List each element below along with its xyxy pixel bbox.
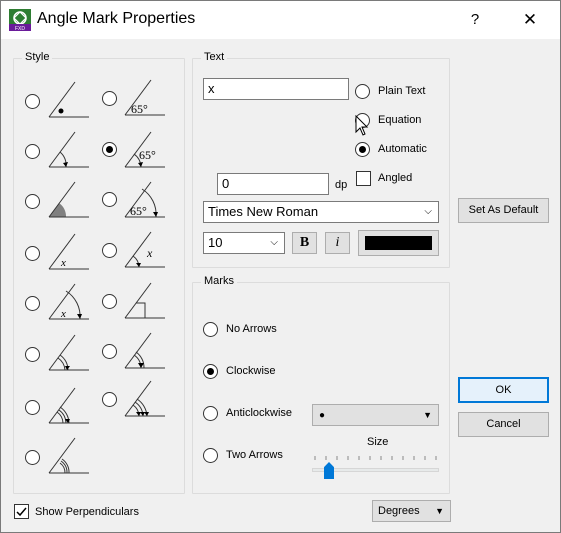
- title-bar: FXD Angle Mark Properties ? ✕: [1, 1, 560, 39]
- text-group-label: Text: [201, 51, 228, 63]
- help-button[interactable]: ?: [463, 1, 487, 39]
- dropdown-arrow-icon: ▼: [423, 410, 432, 420]
- style-radio-3[interactable]: [25, 144, 40, 159]
- slider-thumb[interactable]: [324, 462, 334, 479]
- set-as-default-label: Set As Default: [468, 204, 539, 216]
- checkmark-icon: [16, 507, 27, 517]
- plain-text-label: Plain Text: [378, 85, 426, 97]
- label-text-input[interactable]: x: [203, 78, 349, 100]
- style-group-label: Style: [22, 51, 53, 63]
- units-select[interactable]: Degrees ▼: [372, 500, 451, 522]
- style-radio-1[interactable]: [25, 94, 40, 109]
- mouse-cursor-icon: [355, 115, 369, 136]
- arrow-style-value: ●: [319, 410, 326, 421]
- angle-double-arc-arrow-icon: [124, 332, 165, 369]
- anticlockwise-radio[interactable]: [203, 406, 218, 421]
- angle-65-arc-arrow-icon: 65°: [124, 131, 165, 168]
- style-radio-2[interactable]: [102, 91, 117, 106]
- angle-arc-arrow-icon: [48, 131, 89, 168]
- marks-group-label: Marks: [201, 275, 237, 287]
- angle-x-arc-icon: x: [124, 231, 165, 268]
- size-slider[interactable]: [312, 453, 439, 481]
- style-radio-12[interactable]: [102, 344, 117, 359]
- angle-double-arc-icon: [48, 334, 89, 371]
- angle-triple-arc-icon: [48, 387, 89, 424]
- two-arrows-label: Two Arrows: [226, 449, 283, 461]
- angle-x-label-icon: x: [48, 233, 89, 270]
- show-perpendiculars-label: Show Perpendiculars: [35, 506, 139, 518]
- angle-65-label-icon: 65°: [124, 79, 165, 116]
- dp-label: dp: [335, 179, 348, 191]
- angle-mark-properties-dialog: FXD Angle Mark Properties ? ✕ Style x x …: [0, 0, 561, 533]
- automatic-radio[interactable]: [355, 142, 370, 157]
- cancel-label: Cancel: [486, 418, 521, 430]
- angle-triple-arc-arrows-icon: [124, 380, 165, 417]
- style-radio-11[interactable]: [25, 347, 40, 362]
- window-title: Angle Mark Properties: [37, 10, 196, 27]
- two-arrows-radio[interactable]: [203, 448, 218, 463]
- x-label: x: [146, 246, 153, 260]
- slider-ticks: [314, 456, 437, 460]
- clockwise-radio[interactable]: [203, 364, 218, 379]
- style-radio-10[interactable]: [102, 294, 117, 309]
- ok-button[interactable]: OK: [458, 377, 549, 403]
- decimal-places-input[interactable]: 0: [217, 173, 329, 195]
- arrow-style-select[interactable]: ● ▼: [312, 404, 439, 426]
- style-radio-4[interactable]: [102, 142, 117, 157]
- show-perpendiculars-checkbox[interactable]: [14, 504, 29, 519]
- close-button[interactable]: ✕: [515, 1, 545, 39]
- style-radio-6[interactable]: [102, 192, 117, 207]
- bold-button[interactable]: B: [292, 232, 317, 254]
- font-select[interactable]: Times New Roman ⌵: [203, 201, 439, 223]
- angle-65-large-arc-icon: 65°: [124, 181, 165, 218]
- angle-filled-sector-icon: [48, 181, 89, 218]
- angle-dot-icon: [48, 81, 89, 118]
- style-radio-9[interactable]: [25, 296, 40, 311]
- italic-button[interactable]: i: [325, 232, 350, 254]
- clockwise-label: Clockwise: [226, 365, 276, 377]
- automatic-label: Automatic: [378, 143, 427, 155]
- app-icon: FXD: [9, 9, 31, 31]
- ok-label: OK: [495, 384, 512, 396]
- size-label: Size: [367, 436, 389, 448]
- font-select-value: Times New Roman: [208, 204, 319, 219]
- style-radio-14[interactable]: [102, 392, 117, 407]
- angle-value-label: 65°: [131, 102, 148, 116]
- bold-label: B: [299, 235, 310, 250]
- chevron-down-icon: ⌵: [270, 237, 278, 248]
- style-radio-15[interactable]: [25, 450, 40, 465]
- font-size-select[interactable]: 10 ⌵: [203, 232, 285, 254]
- x-label: x: [60, 308, 66, 320]
- cancel-button[interactable]: Cancel: [458, 412, 549, 437]
- style-radio-8[interactable]: [102, 243, 117, 258]
- angle-value-label: 65°: [130, 204, 147, 218]
- font-size-value: 10: [208, 235, 223, 250]
- plain-text-radio[interactable]: [355, 84, 370, 99]
- color-swatch: [365, 236, 432, 250]
- angled-checkbox[interactable]: [356, 171, 371, 186]
- units-value: Degrees: [378, 505, 420, 517]
- anticlockwise-label: Anticlockwise: [226, 407, 293, 419]
- no-arrows-radio[interactable]: [203, 322, 218, 337]
- right-angle-icon: [124, 282, 165, 319]
- angle-value-label: 65°: [139, 148, 156, 162]
- style-radio-5[interactable]: [25, 194, 40, 209]
- x-label: x: [60, 257, 66, 269]
- equation-label: Equation: [378, 114, 422, 126]
- angle-triple-arc-small-icon: [48, 437, 89, 474]
- italic-label: i: [335, 235, 340, 250]
- dropdown-arrow-icon: ▼: [435, 506, 444, 516]
- style-group: Style: [13, 51, 185, 494]
- style-radio-13[interactable]: [25, 400, 40, 415]
- angle-x-arc-arrow-icon: x: [48, 283, 89, 320]
- svg-text:FXD: FXD: [15, 26, 25, 31]
- style-radio-7[interactable]: [25, 246, 40, 261]
- text-color-button[interactable]: [358, 230, 439, 256]
- set-as-default-button[interactable]: Set As Default: [458, 198, 549, 223]
- angled-label: Angled: [378, 172, 413, 184]
- chevron-down-icon: ⌵: [424, 206, 432, 217]
- no-arrows-label: No Arrows: [226, 323, 277, 335]
